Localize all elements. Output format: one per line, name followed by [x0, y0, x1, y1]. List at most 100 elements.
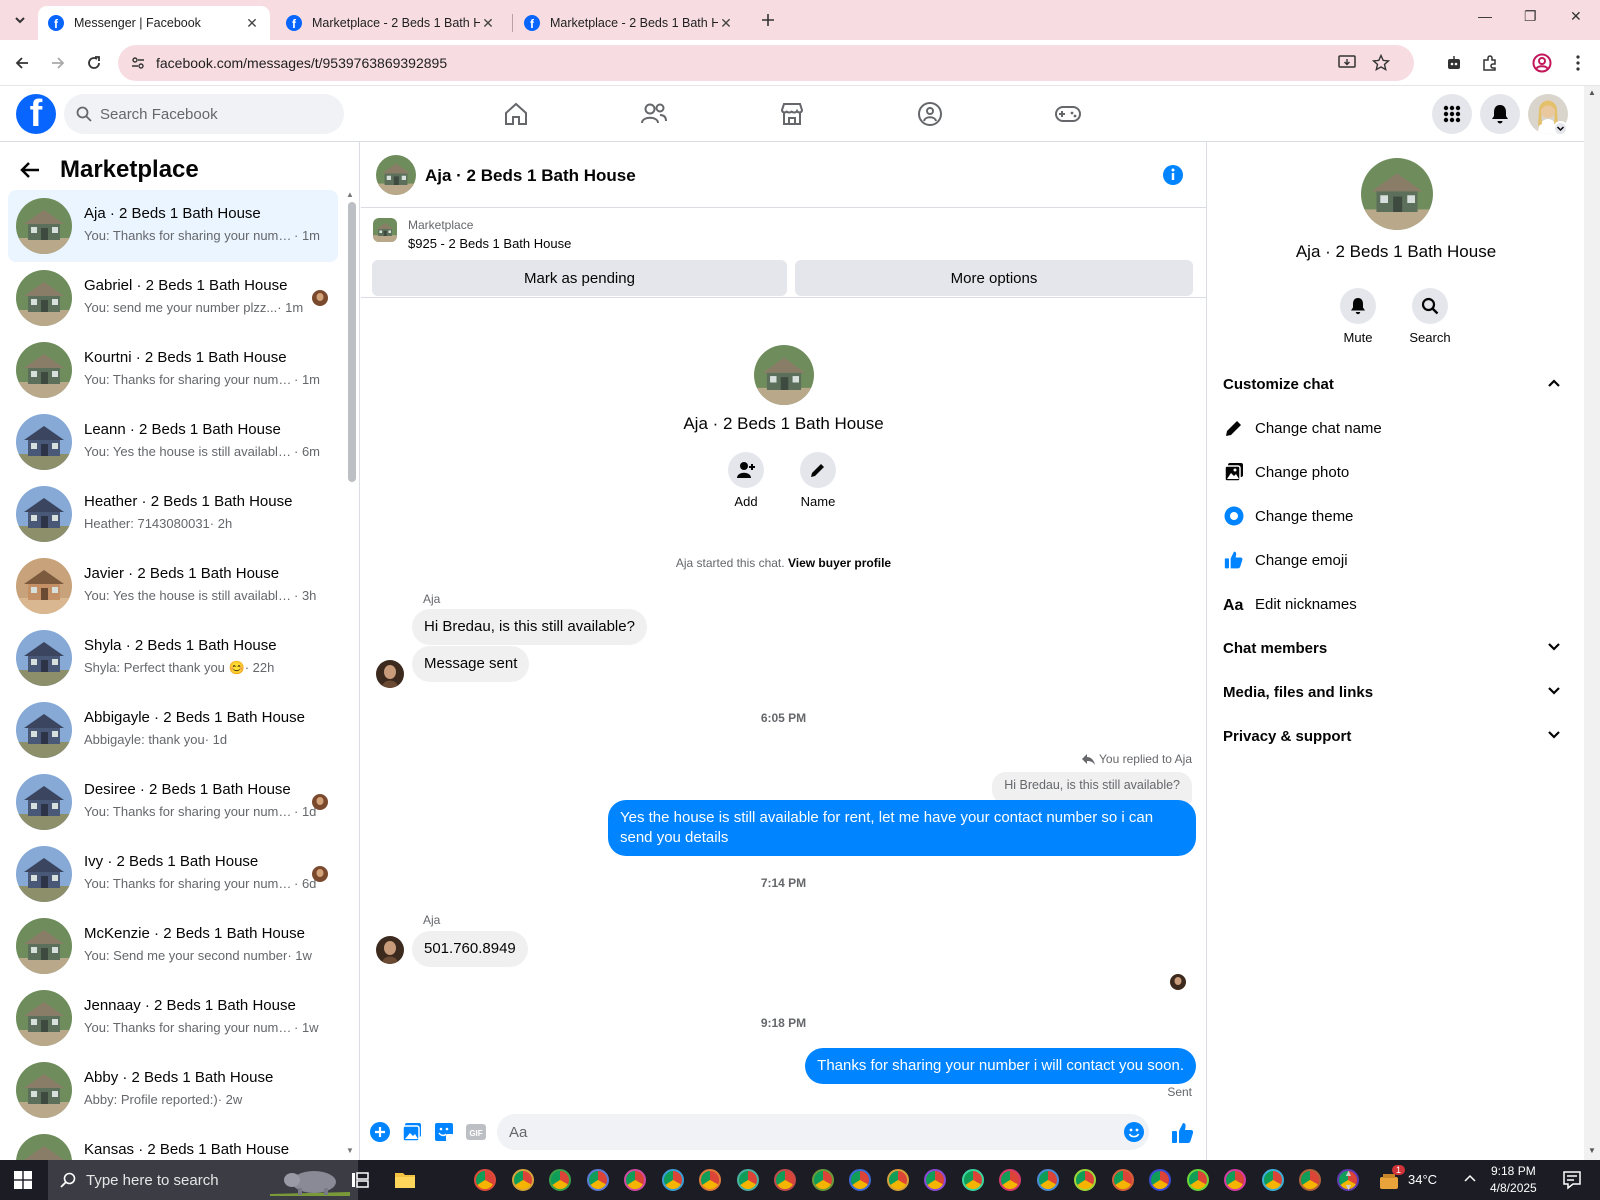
message-bubble-outgoing[interactable]: Yes the house is still available for ren… — [608, 800, 1196, 856]
chat-item[interactable]: Javier · 2 Beds 1 Bath House You: Yes the… — [8, 550, 338, 622]
back-icon[interactable] — [10, 51, 34, 75]
chrome-app-icon[interactable] — [1186, 1169, 1209, 1191]
change-emoji-item[interactable]: Change emoji — [1223, 538, 1569, 582]
extensions-puzzle-icon[interactable] — [1478, 51, 1502, 75]
extension-robot-icon[interactable] — [1442, 51, 1466, 75]
privacy-support-section[interactable]: Privacy & support — [1223, 714, 1569, 758]
tab-marketplace-1[interactable]: f Marketplace - 2 Beds 1 Bath House ✕ — [276, 6, 506, 40]
search-in-conversation-button[interactable]: Search — [1400, 288, 1460, 345]
chat-item[interactable]: Kansas · 2 Beds 1 Bath House — [8, 1126, 338, 1160]
chat-item[interactable]: Desiree · 2 Beds 1 Bath House You: Thanks… — [8, 766, 338, 838]
notifications-button[interactable] — [1480, 94, 1520, 134]
chrome-app-icon[interactable] — [1074, 1169, 1096, 1191]
facebook-logo-icon[interactable]: f — [16, 94, 56, 134]
chrome-app-icon[interactable] — [511, 1169, 534, 1191]
profile-icon[interactable] — [1530, 51, 1554, 75]
chrome-app-icon[interactable] — [849, 1169, 871, 1191]
weather-icon[interactable]: 1 — [1378, 1165, 1406, 1191]
edit-name-button[interactable]: Name — [788, 452, 848, 509]
chat-item[interactable]: Gabriel · 2 Beds 1 Bath House You: send m… — [8, 262, 338, 334]
taskbar-search-input[interactable] — [86, 1171, 266, 1189]
sender-avatar[interactable] — [376, 660, 404, 688]
more-options-button[interactable]: More options — [795, 260, 1193, 296]
nav-marketplace-icon[interactable] — [776, 98, 808, 130]
close-tab-icon[interactable]: ✕ — [244, 15, 260, 32]
chat-item[interactable]: Kourtni · 2 Beds 1 Bath House You: Thanks… — [8, 334, 338, 406]
windows-start-icon[interactable] — [14, 1171, 32, 1189]
chrome-app-icon[interactable] — [474, 1169, 496, 1191]
chrome-app-icon[interactable] — [1224, 1169, 1246, 1191]
address-bar[interactable]: facebook.com/messages/t/9539763869392895 — [118, 45, 1414, 81]
conversation-avatar[interactable] — [376, 155, 416, 195]
plus-circle-icon[interactable] — [369, 1121, 391, 1143]
chrome-app-icon[interactable] — [661, 1169, 684, 1191]
temperature[interactable]: 34°C — [1408, 1172, 1437, 1187]
facebook-search-box[interactable] — [64, 94, 344, 134]
facebook-search-input[interactable] — [100, 105, 320, 123]
chrome-app-icon[interactable] — [961, 1169, 984, 1191]
chrome-app-icon[interactable] — [924, 1169, 946, 1191]
message-input[interactable] — [497, 1114, 1149, 1150]
chat-item[interactable]: Leann · 2 Beds 1 Bath House You: Yes the … — [8, 406, 338, 478]
clock[interactable]: 9:18 PM 4/8/2025 — [1490, 1163, 1537, 1197]
minimize-icon[interactable]: — — [1478, 8, 1492, 24]
chrome-app-icon[interactable] — [1261, 1169, 1284, 1191]
reload-icon[interactable] — [82, 51, 106, 75]
chat-item[interactable]: Abby · 2 Beds 1 Bath House Abby: Profile … — [8, 1054, 338, 1126]
chat-item[interactable]: Aja · 2 Beds 1 Bath House You: Thanks for… — [8, 190, 338, 262]
message-bubble[interactable]: Hi Bredau, is this still available? — [412, 609, 647, 645]
tab-marketplace-2[interactable]: f Marketplace - 2 Beds 1 Bath House ✕ — [514, 6, 744, 40]
install-app-icon[interactable] — [1338, 55, 1356, 71]
chrome-app-icon[interactable] — [811, 1169, 834, 1191]
change-chat-name-item[interactable]: Change chat name — [1223, 406, 1569, 450]
taskbar-search-box[interactable] — [48, 1160, 358, 1200]
edit-nicknames-item[interactable]: Aa Edit nicknames — [1223, 582, 1569, 626]
message-bubble-outgoing[interactable]: Thanks for sharing your number i will co… — [805, 1048, 1196, 1084]
emoji-icon[interactable] — [1123, 1121, 1145, 1143]
chrome-app-icon[interactable] — [886, 1169, 909, 1191]
scroll-down-icon[interactable]: ▼ — [346, 1146, 354, 1155]
chrome-app-icon[interactable] — [1036, 1169, 1059, 1191]
info-icon[interactable] — [1162, 164, 1184, 186]
file-explorer-icon[interactable] — [394, 1170, 416, 1190]
customize-chat-section[interactable]: Customize chat — [1223, 362, 1569, 406]
chrome-app-icon[interactable] — [1299, 1169, 1321, 1191]
chrome-app-icon[interactable] — [1111, 1169, 1134, 1191]
chat-item[interactable]: Jennaay · 2 Beds 1 Bath House You: Thanks… — [8, 982, 338, 1054]
close-tab-icon[interactable]: ✕ — [718, 15, 734, 32]
close-tab-icon[interactable]: ✕ — [480, 15, 496, 32]
back-arrow-icon[interactable] — [20, 161, 40, 179]
chrome-app-icon[interactable] — [549, 1169, 571, 1191]
mark-as-pending-button[interactable]: Mark as pending — [372, 260, 787, 296]
listing-price[interactable]: $925 - 2 Beds 1 Bath House — [408, 236, 571, 251]
bookmark-star-icon[interactable] — [1372, 54, 1390, 72]
gif-icon[interactable]: GIF — [465, 1121, 487, 1143]
chat-item[interactable]: Heather · 2 Beds 1 Bath House Heather: 71… — [8, 478, 338, 550]
nav-home-icon[interactable] — [500, 98, 532, 130]
message-bubble[interactable]: Message sent — [412, 646, 530, 682]
chat-item[interactable]: Shyla · 2 Beds 1 Bath House Shyla: Perfec… — [8, 622, 338, 694]
nav-gaming-icon[interactable] — [1052, 98, 1084, 130]
sticker-icon[interactable] — [433, 1121, 455, 1143]
view-buyer-profile-link[interactable]: View buyer profile — [788, 556, 891, 570]
thumbs-up-icon[interactable] — [1171, 1121, 1194, 1143]
notification-center-icon[interactable] — [1562, 1170, 1582, 1190]
change-photo-item[interactable]: Change photo — [1223, 450, 1569, 494]
chrome-app-icon[interactable] — [586, 1169, 609, 1191]
listing-thumbnail[interactable] — [373, 218, 397, 242]
browser-menu-icon[interactable] — [1566, 51, 1590, 75]
conversation-title[interactable]: Aja · 2 Beds 1 Bath House — [425, 166, 636, 186]
maximize-icon[interactable]: ❐ — [1524, 8, 1537, 25]
chat-item[interactable]: Ivy · 2 Beds 1 Bath House You: Thanks for… — [8, 838, 338, 910]
page-scrollbar[interactable]: ▲ ▼ — [1584, 86, 1600, 1160]
change-theme-item[interactable]: Change theme — [1223, 494, 1569, 538]
chrome-app-icon[interactable] — [774, 1169, 796, 1191]
site-info-icon[interactable] — [130, 55, 146, 71]
message-bubble[interactable]: 501.760.8949 — [412, 931, 528, 967]
sender-avatar[interactable] — [376, 936, 404, 964]
account-chevron-down-icon[interactable] — [1553, 121, 1568, 136]
add-people-button[interactable]: Add — [716, 452, 776, 509]
details-avatar[interactable] — [1361, 158, 1433, 230]
close-window-icon[interactable]: ✕ — [1570, 8, 1582, 25]
system-tray-chevron-icon[interactable] — [1464, 1173, 1476, 1183]
